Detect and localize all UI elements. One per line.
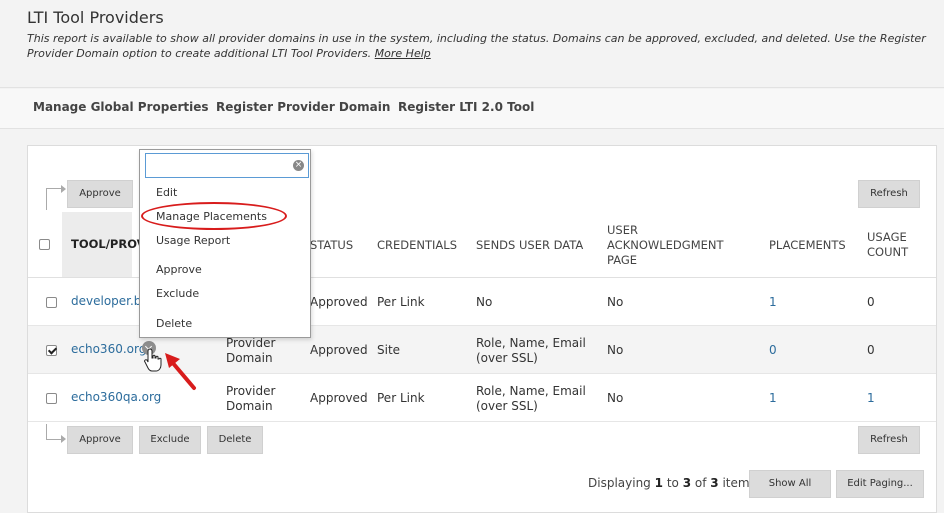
row-sends-data: No xyxy=(476,295,493,309)
arrow-top-icon xyxy=(46,185,66,210)
row-type-line1: Provider xyxy=(226,384,276,398)
column-credentials[interactable]: CREDENTIALS xyxy=(377,238,457,253)
column-user-ack-line1: USER xyxy=(607,223,638,237)
highlight-ellipse xyxy=(141,202,287,230)
paging-prefix: Displaying xyxy=(588,476,651,490)
row-sends-line2: (over SSL) xyxy=(476,399,538,413)
pointer-arrow-icon xyxy=(165,353,196,390)
register-provider-domain-button[interactable]: Register Provider Domain xyxy=(216,100,390,114)
provider-link[interactable]: echo360.org xyxy=(71,342,146,357)
column-user-ack-line3: PAGE xyxy=(607,253,638,267)
context-menu: × Edit Manage Placements Usage Report Ap… xyxy=(139,149,311,338)
column-usage-line2: COUNT xyxy=(867,245,909,259)
provider-link[interactable]: echo360qa.org xyxy=(71,390,161,405)
column-user-ack[interactable]: USER ACKNOWLEDGMENT PAGE xyxy=(607,223,724,268)
row-type-line2: Domain xyxy=(226,351,273,365)
row-ack: No xyxy=(607,295,624,309)
row-type: Provider Domain xyxy=(226,336,275,366)
column-tool[interactable]: TOOL/PROV xyxy=(71,237,146,252)
row-credentials: Site xyxy=(377,343,401,357)
column-status[interactable]: STATUS xyxy=(310,238,353,253)
delete-bottom-button[interactable]: Delete xyxy=(207,426,263,454)
menu-search-input[interactable]: × xyxy=(145,153,309,178)
edit-paging-button[interactable]: Edit Paging... xyxy=(836,470,924,498)
page-header: LTI Tool Providers This report is availa… xyxy=(0,0,944,88)
register-lti-tool-button[interactable]: Register LTI 2.0 Tool xyxy=(398,100,534,114)
column-placements[interactable]: PLACEMENTS xyxy=(769,238,846,253)
page-title: LTI Tool Providers xyxy=(27,8,164,27)
row-placements-link[interactable]: 0 xyxy=(769,343,777,358)
action-bar: Manage Global Properties Register Provid… xyxy=(0,89,944,129)
row-credentials: Per Link xyxy=(377,295,425,309)
refresh-bottom-button[interactable]: Refresh xyxy=(858,426,920,454)
row-sends-data: Role, Name, Email (over SSL) xyxy=(476,384,586,414)
approve-bottom-button[interactable]: Approve xyxy=(67,426,133,454)
row-checkbox[interactable] xyxy=(46,393,57,404)
select-all-checkbox[interactable] xyxy=(39,239,50,250)
column-sends-user-data[interactable]: SENDS USER DATA xyxy=(476,238,583,253)
approve-top-button[interactable]: Approve xyxy=(67,180,133,208)
column-usage-count[interactable]: USAGE COUNT xyxy=(867,230,908,260)
column-user-ack-line2: ACKNOWLEDGMENT xyxy=(607,238,724,252)
row-type-line1: Provider xyxy=(226,336,276,350)
row-status: Approved xyxy=(310,343,368,357)
paging-of-word: of xyxy=(694,476,707,490)
column-usage-line1: USAGE xyxy=(867,230,907,244)
row-credentials: Per Link xyxy=(377,391,425,405)
exclude-bottom-button[interactable]: Exclude xyxy=(139,426,201,454)
paging-to-word: to xyxy=(666,476,679,490)
more-help-link[interactable]: More Help xyxy=(375,47,431,60)
clear-icon[interactable]: × xyxy=(293,160,304,171)
paging-status: Displaying 1 to 3 of 3 items xyxy=(588,476,756,490)
paging-to: 3 xyxy=(682,476,692,490)
row-ack: No xyxy=(607,391,624,405)
row-usage: 0 xyxy=(867,343,875,357)
manage-global-properties-button[interactable]: Manage Global Properties xyxy=(33,100,209,114)
row-checkbox[interactable] xyxy=(46,345,57,356)
menu-item-approve[interactable]: Approve xyxy=(156,263,202,276)
arrow-bottom-icon xyxy=(46,424,66,443)
refresh-top-button[interactable]: Refresh xyxy=(858,180,920,208)
paging-total: 3 xyxy=(710,476,719,490)
menu-item-edit[interactable]: Edit xyxy=(156,186,177,199)
menu-item-delete[interactable]: Delete xyxy=(156,317,192,330)
page-description-text: This report is available to show all pro… xyxy=(27,32,926,60)
row-usage-link[interactable]: 1 xyxy=(867,391,875,406)
row-status: Approved xyxy=(310,295,368,309)
row-checkbox[interactable] xyxy=(46,297,57,308)
row-type-line2: Domain xyxy=(226,399,273,413)
menu-item-usage-report[interactable]: Usage Report xyxy=(156,234,230,247)
page-description: This report is available to show all pro… xyxy=(27,31,939,61)
menu-item-exclude[interactable]: Exclude xyxy=(156,287,199,300)
row-sends-line2: (over SSL) xyxy=(476,351,538,365)
paging-from: 1 xyxy=(654,476,663,490)
row-sends-line1: Role, Name, Email xyxy=(476,384,586,398)
row-ack: No xyxy=(607,343,624,357)
row-placements-link[interactable]: 1 xyxy=(769,295,777,310)
row-sends-data: Role, Name, Email (over SSL) xyxy=(476,336,586,366)
row-sends-line1: Role, Name, Email xyxy=(476,336,586,350)
row-status: Approved xyxy=(310,391,368,405)
show-all-button[interactable]: Show All xyxy=(749,470,831,498)
row-usage: 0 xyxy=(867,295,875,309)
row-type: Provider Domain xyxy=(226,384,275,414)
row-placements-link[interactable]: 1 xyxy=(769,391,777,406)
